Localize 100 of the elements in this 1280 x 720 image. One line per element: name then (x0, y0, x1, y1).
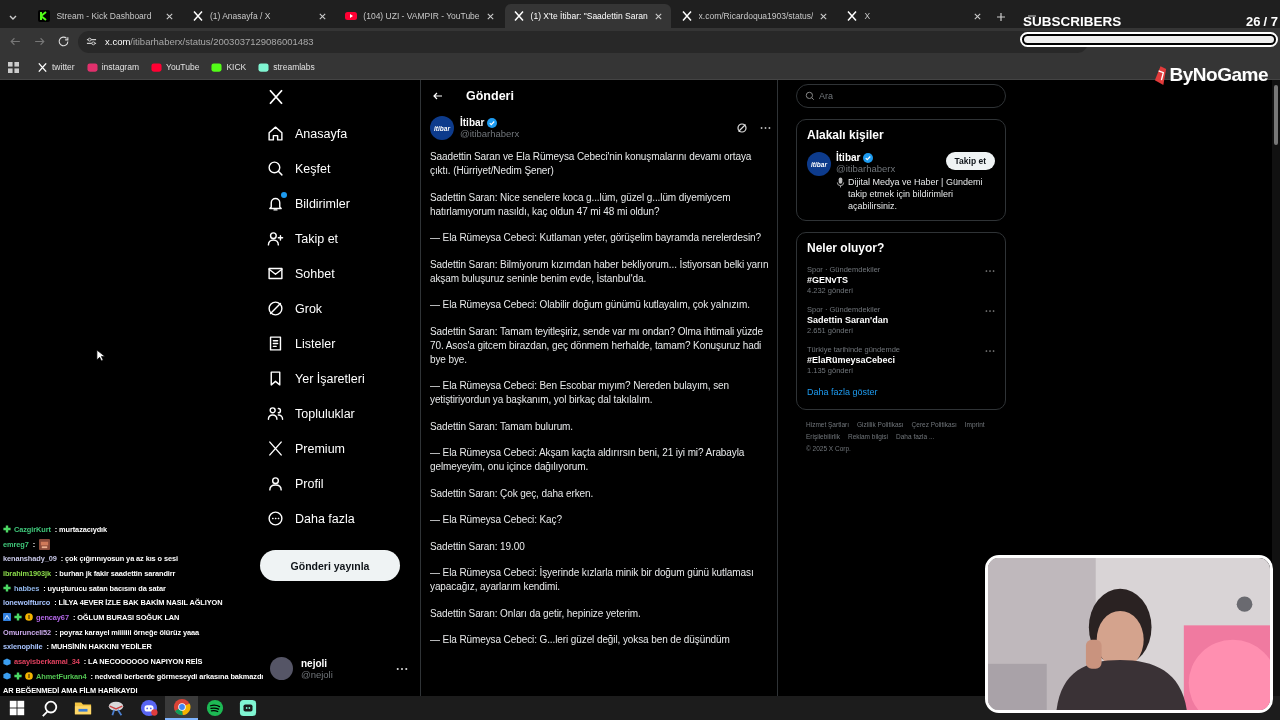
show-more-link[interactable]: Daha fazla göster (807, 387, 995, 397)
x-favicon-icon (846, 10, 859, 22)
post-paragraph: Saadettin Saran ve Ela Rümeysa Cebeci'nin konuşmalarını devamı ortaya çıktı. (Hürriyet/Nedim Şener) (430, 150, 753, 178)
post-paragraph: Sadettin Saran: Nice senelere koca g...lüm, güzel g...lüm diyemiycem hatırlamıyorum nasıldı, kaç oldun 47 mi 48 mi oldun? (430, 190, 732, 219)
search-icon (267, 160, 284, 177)
coin-badge-icon (25, 672, 33, 681)
browser-tab[interactable]: x.com/Ricardoqua1903/status/ (672, 4, 837, 28)
sub-badge-icon (3, 613, 11, 622)
post-paragraph: Sadettin Saran: Çok geç, daha erken. (430, 486, 595, 501)
nav-item[interactable]: Grok (258, 291, 420, 326)
nav-label: Anasayfa (295, 126, 348, 141)
bookmark-link[interactable]: KICK (226, 62, 247, 72)
post-paragraph: — Ela Rümeysa Cebeci: Akşam kaçta aldırırsın beni, 21 iyi mi? Arabayla gelmeyeyim, onu içince dağılıyorum. (430, 446, 746, 474)
back-icon[interactable] (432, 90, 444, 102)
emote-icon (39, 538, 51, 550)
bookmark-link[interactable]: YouTube (166, 62, 200, 72)
coin-badge-icon (25, 613, 33, 622)
nav-item[interactable]: Takip et (258, 221, 420, 256)
more-icon[interactable] (760, 126, 771, 130)
logo-text: ByNoGame (1169, 64, 1268, 86)
avatar[interactable] (270, 657, 293, 680)
post-paragraph: — Ela Rümeysa Cebeci: Kutlaman yeter, görüşelim bayramda nerelerdesin? (430, 231, 762, 245)
nav-item[interactable]: Sohbet (258, 256, 420, 291)
close-tab-icon[interactable] (164, 11, 174, 21)
person-bio: Dijital Medya ve Haber | Gündemi takip etmek için bildirimleri açabilirsiniz. (848, 176, 984, 212)
x-favicon-icon (680, 10, 693, 22)
search-field[interactable]: Ara (796, 84, 1006, 108)
x-favicon-icon (512, 10, 525, 22)
nav-item[interactable]: Bildirimler (258, 186, 420, 221)
site-settings-icon[interactable] (86, 36, 97, 47)
nav-item[interactable]: Keşfet (258, 151, 420, 186)
browser-tab[interactable]: (1) X'te İtibar: "Saadettin Saran (504, 4, 671, 28)
follow-button[interactable]: Takip et (945, 152, 995, 170)
close-tab-icon[interactable] (318, 11, 328, 21)
author-name[interactable]: İtibar (460, 117, 730, 128)
nav-label: Daha fazla (295, 511, 355, 526)
bookmark-link[interactable]: twitter (52, 62, 75, 72)
post-paragraph: — Ela Rümeysa Cebeci: Olabilir doğum günümü kutlayalım, çok yalnızım. (430, 298, 751, 312)
streamlabs-favicon-icon[interactable] (258, 61, 270, 73)
post-paragraph: Sadettin Saran: 19.00 (430, 539, 526, 554)
nav-label: Sohbet (295, 266, 335, 281)
nav-item[interactable]: Yer İşaretleri (258, 361, 420, 396)
microphone-icon (836, 177, 845, 188)
chrome-icon[interactable] (165, 696, 198, 720)
post-paragraph: — Ela Rümeysa Cebeci: Kaç? (430, 513, 563, 527)
logo-icon (1152, 64, 1168, 86)
browser-tab[interactable]: X (838, 4, 990, 28)
new-tab-plus-icon[interactable] (995, 12, 1006, 22)
post-paragraph: Sadettin Saran: Tamam teyitleşiriz, sende var mı ondan? Olma ihtimali yüzde 70. Asos'a gitcem birazdan, geç dönmem herhalde, tamam? Konuşuruz hadi bye bye. (430, 324, 765, 367)
close-tab-icon[interactable] (485, 11, 495, 21)
nav-label: Bildirimler (295, 196, 350, 211)
nav-item[interactable]: Anasayfa (258, 116, 420, 151)
youtube-favicon-icon[interactable] (151, 61, 162, 73)
subscriber-goal: / 7 (1263, 14, 1278, 29)
plus-badge-icon (14, 613, 22, 622)
browser-tab[interactable]: (104) UZI - VAMPIR - YouTube (337, 4, 503, 28)
apps-grid-icon[interactable] (8, 61, 19, 73)
browser-tab[interactable]: (1) Anasayfa / X (183, 4, 336, 28)
post-paragraph: Sadettin Saran: Tamam bulurum. (430, 419, 574, 434)
close-tab-icon[interactable] (653, 11, 663, 21)
x-favicon-icon (191, 10, 204, 22)
card-title: Alakalı kişiler (807, 128, 885, 142)
nav-label: Grok (295, 301, 323, 316)
post-paragraph: — Ela Rümeysa Cebeci: G...leri güzel değil, yoksa ben de düşündüm (430, 633, 731, 647)
nav-label: Yer İşaretleri (295, 371, 365, 386)
post-paragraph: Sadettin Saran: Bilmiyorum kızımdan haber bekliyorum... İstiyorsan belki yarın akşam buluşuruz seninle benim evde, İstanbul'da. (430, 257, 770, 286)
subscribers-title: SUBSCRIBERS (1023, 14, 1123, 29)
person-handle: @itibarhaberx (836, 163, 897, 174)
address-bar[interactable]: x.com/itibarhaberx/status/2003037129086001483 (78, 30, 1088, 53)
people-icon (267, 405, 284, 422)
x-favicon-icon[interactable] (37, 61, 48, 73)
more-icon[interactable] (396, 666, 408, 671)
scrollbar-thumb[interactable] (1274, 85, 1278, 145)
plus-badge-icon (3, 525, 11, 534)
nav-label: Premium (295, 441, 345, 456)
kick-favicon-icon[interactable] (211, 61, 223, 73)
person-icon (267, 475, 284, 492)
browser-tab[interactable]: Stream - Kick Dashboard (30, 4, 182, 28)
bookmark-link[interactable]: streamlabs (273, 62, 315, 72)
nav-label: Topluluklar (295, 406, 355, 421)
bookmark-link[interactable]: instagram (101, 62, 139, 72)
post-paragraph: — Ela Rümeysa Cebeci: Ben Escobar mıyım? Nereden bulayım, sen yetiştiriyordun ya başkanım, yol birkaç dal takılalım. (430, 379, 731, 407)
x-logo-icon[interactable] (267, 88, 285, 106)
nav-item[interactable]: Daha fazla (258, 501, 420, 536)
close-tab-icon[interactable] (972, 11, 982, 21)
nav-item[interactable]: Profil (258, 466, 420, 501)
person-name[interactable]: İtibar (836, 152, 946, 163)
nav-label: Listeler (295, 336, 336, 351)
nav-item[interactable]: Listeler (258, 326, 420, 361)
card-title: Neler oluyor? (807, 241, 886, 255)
post-button[interactable]: Gönderi yayınla (260, 550, 400, 581)
search-icon (805, 91, 815, 101)
nav-label: Profil (295, 476, 324, 491)
instagram-favicon-icon[interactable] (86, 61, 98, 73)
mouse-cursor-icon (96, 349, 105, 362)
close-tab-icon[interactable] (819, 11, 829, 21)
nav-item[interactable]: Topluluklar (258, 396, 420, 431)
plus-badge-icon (3, 584, 11, 593)
nav-item[interactable]: Premium (258, 431, 420, 466)
subscriber-count: 26 (1246, 14, 1261, 29)
